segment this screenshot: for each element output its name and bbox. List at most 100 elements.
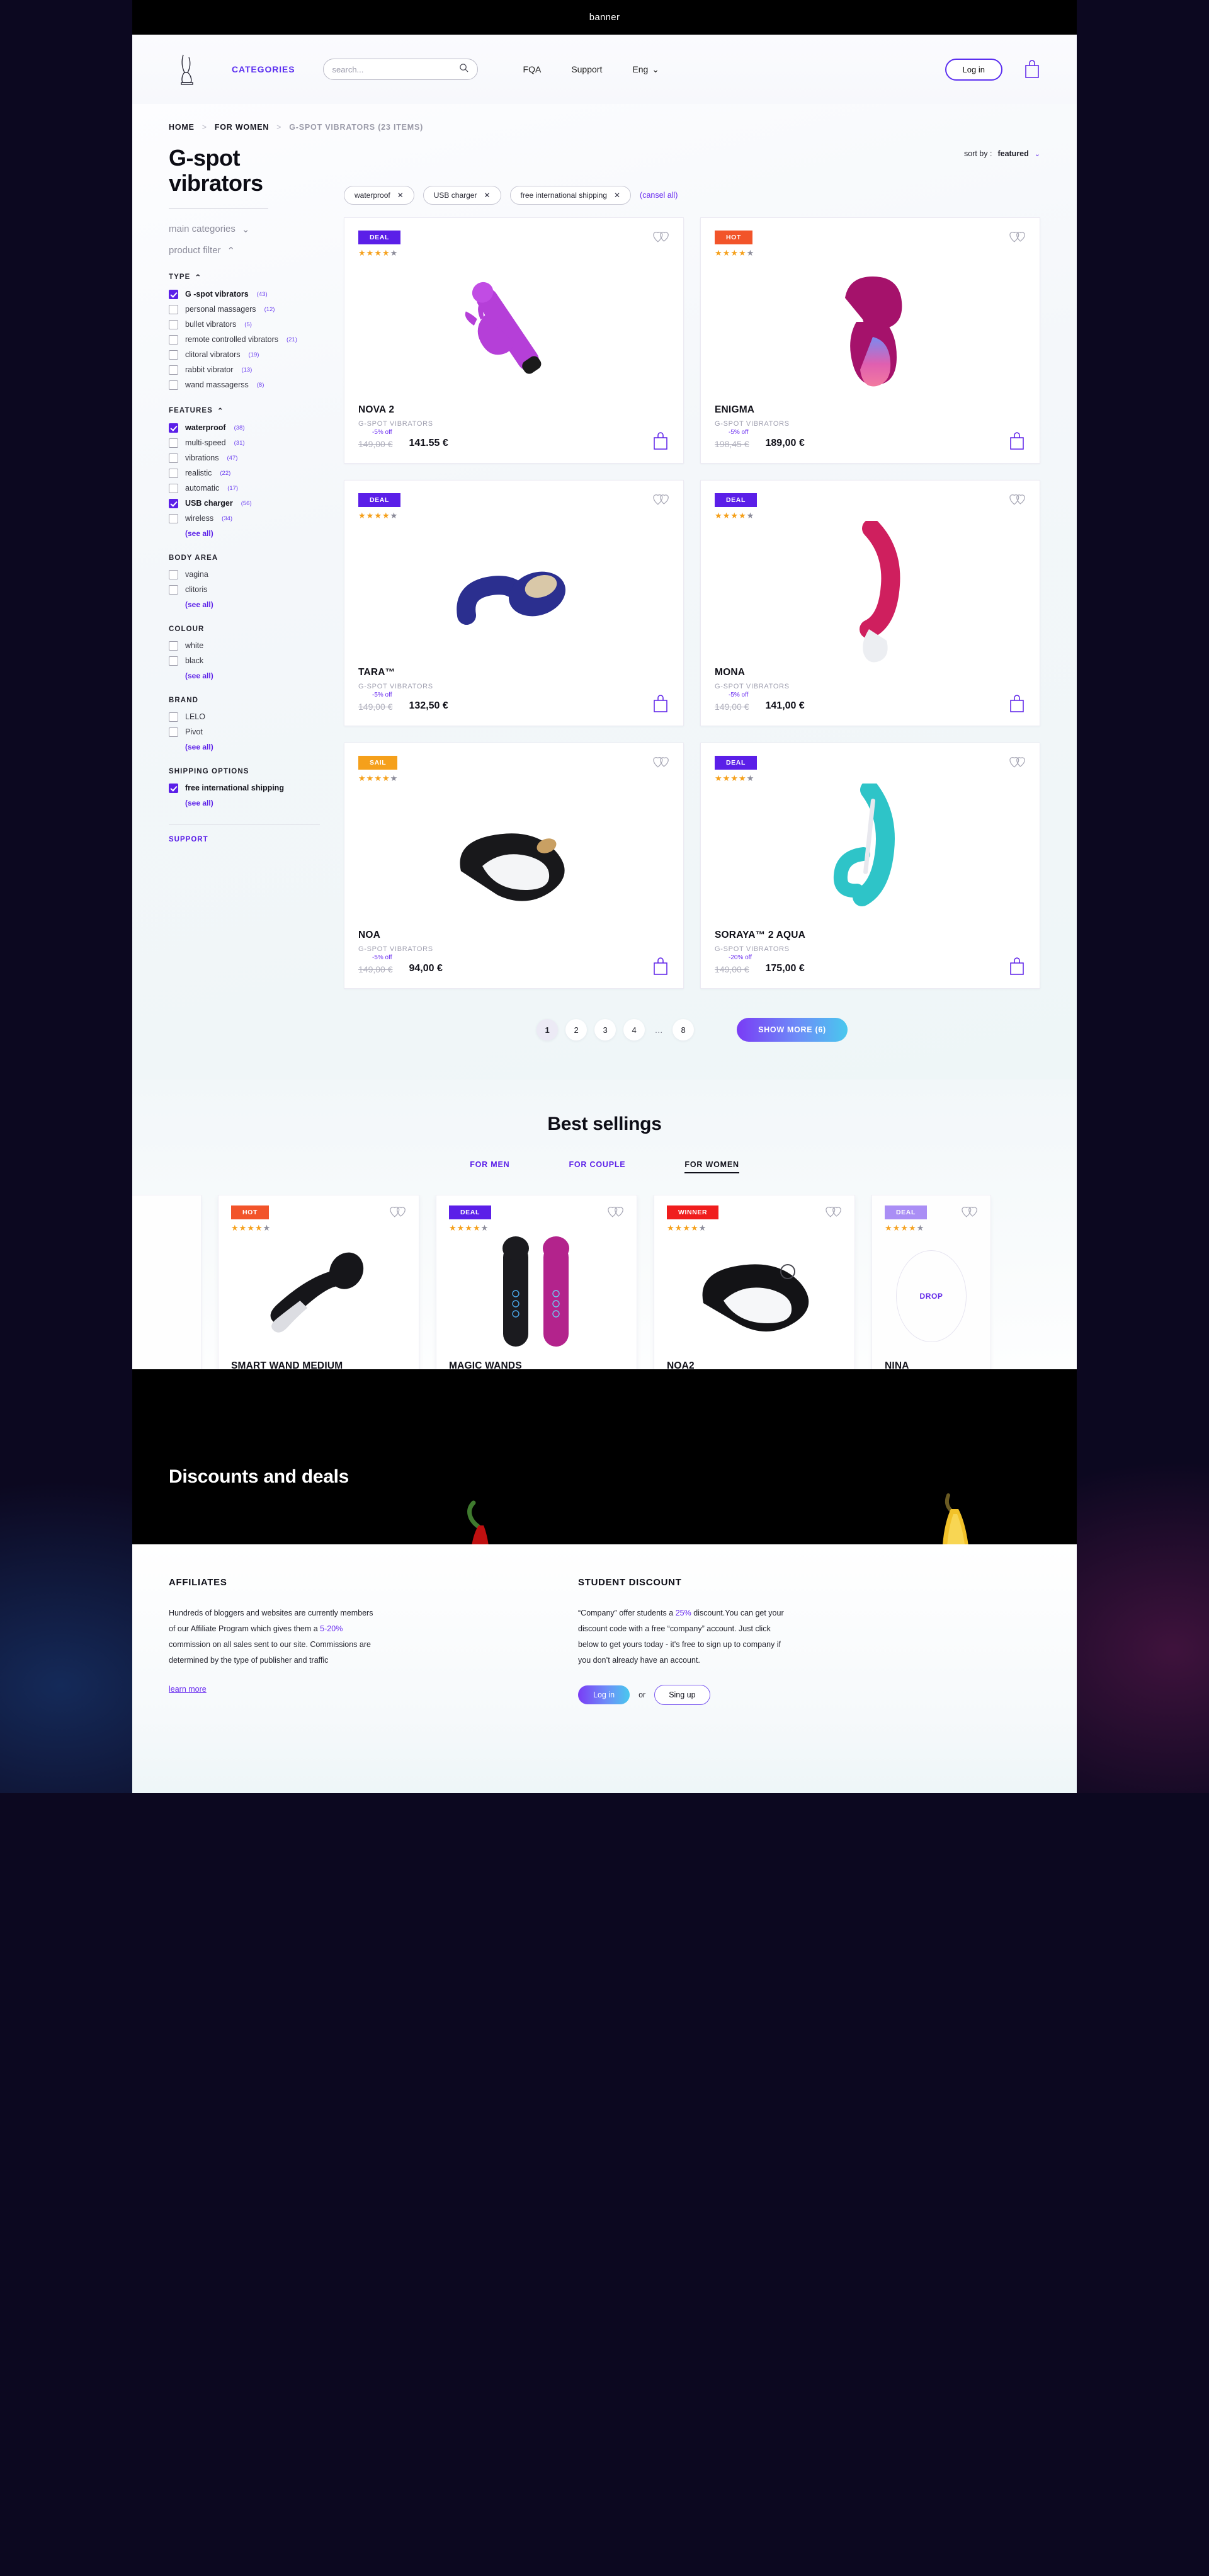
filter-option-vibrations[interactable]: vibrations (47) xyxy=(169,453,320,463)
student-login-button[interactable]: Log in xyxy=(578,1685,630,1704)
add-to-cart-icon[interactable] xyxy=(1008,694,1026,713)
learn-more-link[interactable]: learn more xyxy=(169,1685,207,1694)
wishlist-heart-icon[interactable] xyxy=(1009,756,1026,768)
nav-link-fqa[interactable]: FQA xyxy=(523,64,542,74)
filter-option-clitoris[interactable]: clitoris xyxy=(169,584,320,595)
filter-option-vagina[interactable]: vagina xyxy=(169,569,320,579)
filter-option-remote-controlled-vibrators[interactable]: remote controlled vibrators (21) xyxy=(169,334,320,345)
filter-option-personal-massagers[interactable]: personal massagers (12) xyxy=(169,304,320,314)
filter-option-usb-charger[interactable]: USB charger (56) xyxy=(169,498,320,508)
pagination-page[interactable]: 3 xyxy=(594,1019,616,1040)
filter-option-realistic[interactable]: realistic (22) xyxy=(169,468,320,478)
checkbox-icon[interactable] xyxy=(169,483,178,493)
add-to-cart-icon[interactable] xyxy=(1008,431,1026,450)
checkbox-icon[interactable] xyxy=(169,380,178,390)
checkbox-icon[interactable] xyxy=(169,334,178,345)
filter-option-automatic[interactable]: automatic (17) xyxy=(169,483,320,493)
checkbox-icon[interactable] xyxy=(169,468,178,478)
filter-option-rabbit-vibrator[interactable]: rabbit vibrator (13) xyxy=(169,365,320,375)
see-all-link[interactable]: (see all) xyxy=(185,671,320,680)
filter-option-wand-massagerss[interactable]: wand massagerss (8) xyxy=(169,380,320,390)
checkbox-icon[interactable] xyxy=(169,656,178,666)
login-button[interactable]: Log in xyxy=(945,58,1002,81)
pagination-page[interactable]: 1 xyxy=(536,1019,559,1040)
close-icon[interactable]: ✕ xyxy=(397,191,404,200)
product-card[interactable]: DEAL ★★★★★ TARA™ G-SPOT VIBRATORS -5% of… xyxy=(344,480,684,726)
filter-chip[interactable]: free international shipping ✕ xyxy=(509,186,632,205)
sort-bar[interactable]: sort by : featured ⌄ xyxy=(344,145,1040,162)
brand-logo-icon[interactable] xyxy=(169,48,205,90)
checkbox-icon[interactable] xyxy=(169,423,178,433)
checkbox-icon[interactable] xyxy=(169,365,178,375)
tab-for-women[interactable]: FOR WOMEN xyxy=(684,1160,739,1173)
filter-chip[interactable]: USB charger ✕ xyxy=(423,186,501,205)
pagination-page[interactable]: 2 xyxy=(565,1019,587,1040)
filter-option-white[interactable]: white xyxy=(169,641,320,651)
nav-link-support[interactable]: Support xyxy=(571,64,602,74)
tab-for-couple[interactable]: FOR COUPLE xyxy=(569,1160,625,1173)
see-all-link[interactable]: (see all) xyxy=(185,743,320,751)
filter-option-black[interactable]: black xyxy=(169,656,320,666)
wishlist-heart-icon[interactable] xyxy=(653,493,669,506)
filter-option-free-international-shipping[interactable]: free international shipping xyxy=(169,783,320,793)
sidebar-support-link[interactable]: SUPPORT xyxy=(169,836,320,843)
close-icon[interactable]: ✕ xyxy=(614,191,620,200)
sidebar-main-categories-toggle[interactable]: main categories ⌄ xyxy=(169,224,320,235)
wishlist-heart-icon[interactable] xyxy=(653,231,669,243)
filter-option-clitoral-vibrators[interactable]: clitoral vibrators (19) xyxy=(169,350,320,360)
checkbox-icon[interactable] xyxy=(169,498,178,508)
cancel-all-link[interactable]: (cansel all) xyxy=(640,191,678,200)
wishlist-heart-icon[interactable] xyxy=(826,1205,842,1218)
checkbox-icon[interactable] xyxy=(169,712,178,722)
checkbox-icon[interactable] xyxy=(169,584,178,595)
product-card[interactable]: DEAL ★★★★★ SORAYA™ 2 AQUA G-SPOT VIBRATO… xyxy=(700,743,1040,989)
add-to-cart-icon[interactable] xyxy=(652,694,669,713)
product-card[interactable]: DEAL ★★★★★ NOVA 2 G-SPOT VIBRATORS -5% o… xyxy=(344,217,684,464)
breadcrumb-item-home[interactable]: HOME xyxy=(169,123,195,132)
add-to-cart-icon[interactable] xyxy=(652,431,669,450)
filter-chip[interactable]: waterproof ✕ xyxy=(344,186,414,205)
filter-option-lelo[interactable]: LELO xyxy=(169,712,320,722)
filter-option-bullet-vibrators[interactable]: bullet vibrators (5) xyxy=(169,319,320,329)
checkbox-icon[interactable] xyxy=(169,783,178,793)
wishlist-heart-icon[interactable] xyxy=(653,756,669,768)
wishlist-heart-icon[interactable] xyxy=(962,1205,978,1218)
breadcrumb-item-for-women[interactable]: FOR WOMEN xyxy=(215,123,269,132)
wishlist-heart-icon[interactable] xyxy=(1009,493,1026,506)
see-all-link[interactable]: (see all) xyxy=(185,600,320,609)
chevron-up-icon[interactable]: ⌃ xyxy=(217,406,224,415)
wishlist-heart-icon[interactable] xyxy=(390,1205,406,1218)
see-all-link[interactable]: (see all) xyxy=(185,529,320,538)
checkbox-icon[interactable] xyxy=(169,641,178,651)
chevron-up-icon[interactable]: ⌃ xyxy=(195,273,202,282)
checkbox-icon[interactable] xyxy=(169,304,178,314)
filter-option-g-spot-vibrators[interactable]: G -spot vibrators (43) xyxy=(169,289,320,299)
drop-placeholder[interactable]: DROP xyxy=(896,1250,967,1342)
product-card[interactable]: DEAL ★★★★★ MONA G-SPOT VIBRATORS -5% off… xyxy=(700,480,1040,726)
filter-option-waterproof[interactable]: waterproof (38) xyxy=(169,423,320,433)
checkbox-icon[interactable] xyxy=(169,319,178,329)
add-to-cart-icon[interactable] xyxy=(1008,957,1026,976)
language-selector[interactable]: Eng ⌄ xyxy=(632,64,659,75)
search-box[interactable] xyxy=(322,59,478,80)
close-icon[interactable]: ✕ xyxy=(484,191,490,200)
wishlist-heart-icon[interactable] xyxy=(1009,231,1026,243)
pagination-page[interactable]: 4 xyxy=(623,1019,645,1040)
search-input[interactable] xyxy=(332,64,459,74)
checkbox-icon[interactable] xyxy=(169,513,178,523)
pagination-page[interactable]: 8 xyxy=(673,1019,695,1040)
see-all-link[interactable]: (see all) xyxy=(185,799,320,807)
checkbox-icon[interactable] xyxy=(169,727,178,737)
tab-for-men[interactable]: FOR MEN xyxy=(470,1160,509,1173)
checkbox-icon[interactable] xyxy=(169,438,178,448)
product-card[interactable]: HOT ★★★★★ ENIGMA G-SPOT VIBRATORS -5% of… xyxy=(700,217,1040,464)
sidebar-product-filter-toggle[interactable]: product filter ⌃ xyxy=(169,245,320,256)
filter-option-pivot[interactable]: Pivot xyxy=(169,727,320,737)
nav-categories[interactable]: CATEGORIES xyxy=(232,64,295,74)
filter-option-wireless[interactable]: wireless (34) xyxy=(169,513,320,523)
filter-option-multi-speed[interactable]: multi-speed (31) xyxy=(169,438,320,448)
add-to-cart-icon[interactable] xyxy=(652,957,669,976)
show-more-button[interactable]: SHOW MORE (6) xyxy=(737,1018,848,1042)
checkbox-icon[interactable] xyxy=(169,350,178,360)
cart-icon[interactable] xyxy=(1024,60,1040,79)
